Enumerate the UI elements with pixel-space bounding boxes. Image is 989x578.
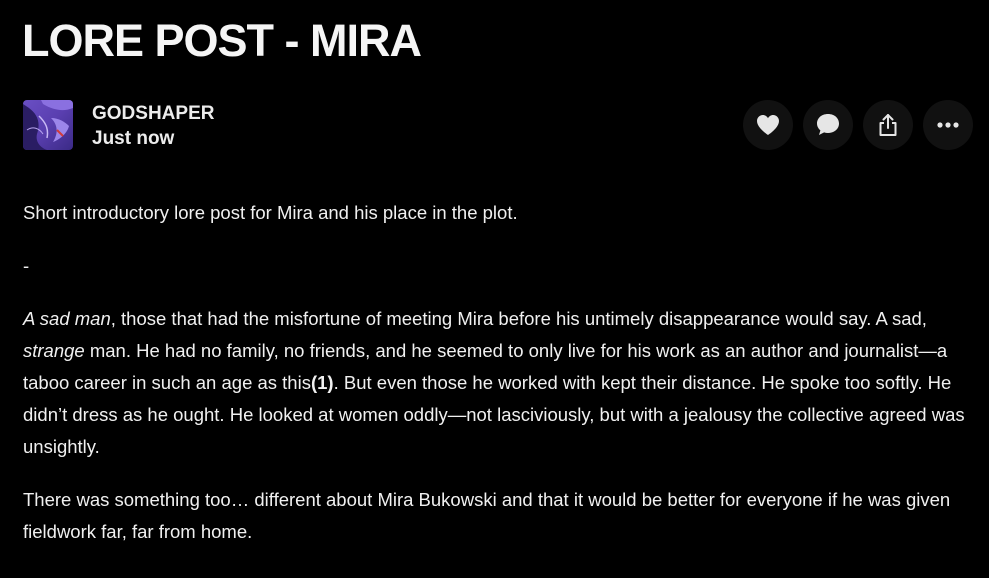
intro-paragraph: Short introductory lore post for Mira an… [23, 202, 518, 223]
lore-paragraph: A sad man, those that had the misfortune… [23, 303, 973, 463]
share-icon [879, 114, 897, 136]
heart-icon [757, 115, 779, 135]
post-title: LORE POST - MIRA [22, 15, 422, 66]
post-timestamp: Just now [92, 128, 175, 149]
share-button[interactable] [863, 100, 913, 150]
author-meta: GODSHAPER Just now [92, 102, 214, 151]
author-avatar[interactable] [23, 100, 73, 150]
more-options-button[interactable] [923, 100, 973, 150]
author-name[interactable]: GODSHAPER [92, 102, 214, 126]
more-dots-icon [937, 122, 959, 128]
separator-dash: - [23, 255, 30, 276]
comment-bubble-icon [817, 114, 839, 135]
avatar-art-icon [23, 100, 73, 150]
author-row: GODSHAPER Just now [23, 100, 214, 151]
emphasis-text: A sad man [23, 308, 111, 329]
closing-paragraph: There was something too… different about… [23, 489, 951, 542]
footnote-reference: (1) [310, 372, 334, 393]
paragraph-text: , those that had the misfortune of meeti… [110, 308, 927, 329]
post-actions [743, 100, 973, 150]
comment-button[interactable] [803, 100, 853, 150]
like-button[interactable] [743, 100, 793, 150]
emphasis-text: strange [23, 340, 85, 361]
post-body: Short introductory lore post for Mira an… [23, 197, 973, 548]
